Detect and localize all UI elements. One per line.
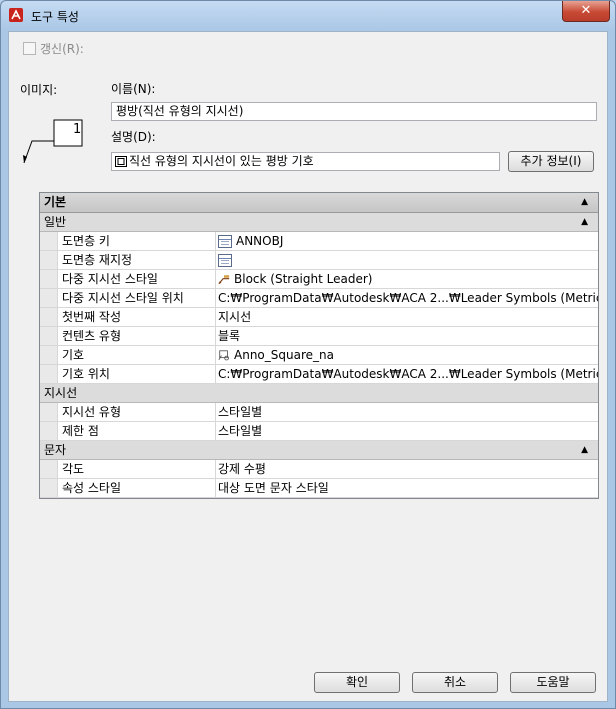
description-input[interactable]: 직선 유형의 지시선이 있는 평방 기호 xyxy=(111,152,500,171)
section-basic[interactable]: 기본 ▲ xyxy=(40,193,598,213)
property-value[interactable] xyxy=(216,251,598,269)
property-row[interactable]: 각도 강제 수평 xyxy=(40,460,598,479)
collapse-caret-icon[interactable]: ▲ xyxy=(581,441,588,459)
property-row[interactable]: 첫번째 작성 지시선 xyxy=(40,308,598,327)
property-name: 다중 지시선 스타일 위치 xyxy=(57,289,216,307)
property-row[interactable]: 도면층 재지정 xyxy=(40,251,598,270)
more-info-button[interactable]: 추가 정보(I) xyxy=(508,151,594,172)
property-value[interactable]: Block (Straight Leader) xyxy=(216,270,598,288)
autocad-logo-icon xyxy=(9,8,23,22)
property-grid: 기본 ▲ 일반 ▲ 도면층 키 ANNOBJ 도면층 재지정 다중 지시선 스타일 Bloc… xyxy=(39,192,599,499)
cancel-button[interactable]: 취소 xyxy=(412,672,498,693)
property-name: 속성 스타일 xyxy=(57,479,216,497)
text-field-icon xyxy=(115,156,127,167)
name-input[interactable]: 평방(직선 유형의 지시선) xyxy=(111,102,597,121)
property-value-text: C:₩ProgramData₩Autodesk₩ACA 2...₩Leader … xyxy=(218,367,598,381)
property-value[interactable]: 강제 수평 xyxy=(216,460,598,478)
property-value-text: C:₩ProgramData₩Autodesk₩ACA 2...₩Leader … xyxy=(218,291,598,305)
category-header[interactable]: 문자 ▲ xyxy=(40,441,598,460)
property-value[interactable]: 대상 도면 문자 스타일 xyxy=(216,479,598,497)
property-row[interactable]: 기호 Anno_Square_na xyxy=(40,346,598,365)
property-name: 첫번째 작성 xyxy=(57,308,216,326)
property-value-text: 대상 도면 문자 스타일 xyxy=(218,481,329,495)
property-value-text: 지시선 xyxy=(218,310,252,324)
property-value-text: Anno_Square_na xyxy=(234,348,334,362)
property-value[interactable]: 스타일별 xyxy=(216,422,598,440)
property-value-text: 강제 수평 xyxy=(218,462,266,476)
ok-button[interactable]: 확인 xyxy=(314,672,400,693)
property-value[interactable]: 스타일별 xyxy=(216,403,598,421)
category-list: 일반 ▲ 도면층 키 ANNOBJ 도면층 재지정 다중 지시선 스타일 Block (St… xyxy=(40,213,598,498)
description-label: 설명(D): xyxy=(111,130,156,144)
property-name: 지시선 유형 xyxy=(57,403,216,421)
property-value[interactable]: ANNOBJ xyxy=(216,232,598,250)
property-row[interactable]: 제한 점 스타일별 xyxy=(40,422,598,441)
leader-icon xyxy=(218,274,230,284)
dialog-body: 갱신(R): 이미지: 1 이름(N): 평방(직선 유형의 지시선) 설명(D… xyxy=(8,31,608,702)
section-title: 기본 xyxy=(44,195,67,209)
help-button[interactable]: 도움말 xyxy=(510,672,596,693)
property-value[interactable]: C:₩ProgramData₩Autodesk₩ACA 2...₩Leader … xyxy=(216,365,598,383)
property-row[interactable]: 컨텐츠 유형 블록 xyxy=(40,327,598,346)
property-name: 컨텐츠 유형 xyxy=(57,327,216,345)
property-name: 기호 위치 xyxy=(57,365,216,383)
property-name: 제한 점 xyxy=(57,422,216,440)
property-row[interactable]: 지시선 유형 스타일별 xyxy=(40,403,598,422)
window-title: 도구 특성 xyxy=(31,10,79,24)
property-value-text: 스타일별 xyxy=(218,424,263,438)
category-title: 문자 xyxy=(44,443,67,457)
property-row[interactable]: 속성 스타일 대상 도면 문자 스타일 xyxy=(40,479,598,498)
property-value-text: 스타일별 xyxy=(218,405,263,419)
property-name: 도면층 재지정 xyxy=(57,251,216,269)
refresh-checkbox[interactable] xyxy=(23,42,36,55)
property-value-text: Block (Straight Leader) xyxy=(234,272,373,286)
property-row[interactable]: 기호 위치 C:₩ProgramData₩Autodesk₩ACA 2...₩Le… xyxy=(40,365,598,384)
category-title: 일반 xyxy=(44,215,67,229)
property-value-text: ANNOBJ xyxy=(236,234,284,248)
tool-properties-dialog: 도구 특성 ✕ 갱신(R): 이미지: 1 이름(N): 평방(직선 유형의 지… xyxy=(0,0,616,709)
property-row[interactable]: 다중 지시선 스타일 Block (Straight Leader) xyxy=(40,270,598,289)
property-name: 다중 지시선 스타일 xyxy=(57,270,216,288)
description-value: 직선 유형의 지시선이 있는 평방 기호 xyxy=(129,154,314,168)
property-value-text: 블록 xyxy=(218,329,241,343)
property-name: 각도 xyxy=(57,460,216,478)
symbol-icon xyxy=(218,349,229,360)
property-value[interactable]: Anno_Square_na xyxy=(216,346,598,364)
collapse-caret-icon[interactable]: ▲ xyxy=(581,193,588,212)
property-value[interactable]: C:₩ProgramData₩Autodesk₩ACA 2...₩Leader … xyxy=(216,289,598,307)
property-value[interactable]: 블록 xyxy=(216,327,598,345)
property-value[interactable]: 지시선 xyxy=(216,308,598,326)
property-name: 도면층 키 xyxy=(57,232,216,250)
property-name: 기호 xyxy=(57,346,216,364)
title-bar[interactable]: 도구 특성 ✕ xyxy=(1,1,615,31)
image-label: 이미지: xyxy=(20,83,58,97)
preview-number: 1 xyxy=(73,122,82,137)
table-icon xyxy=(218,234,232,248)
property-row[interactable]: 다중 지시선 스타일 위치 C:₩ProgramData₩Autodesk₩ACA… xyxy=(40,289,598,308)
collapse-caret-icon[interactable]: ▲ xyxy=(581,213,588,231)
category-header[interactable]: 지시선 xyxy=(40,384,598,403)
refresh-label: 갱신(R): xyxy=(40,42,84,56)
property-row[interactable]: 도면층 키 ANNOBJ xyxy=(40,232,598,251)
table-icon xyxy=(218,253,232,267)
name-label: 이름(N): xyxy=(111,82,156,96)
close-button[interactable]: ✕ xyxy=(562,1,610,22)
category-header[interactable]: 일반 ▲ xyxy=(40,213,598,232)
image-preview[interactable]: 1 xyxy=(19,117,89,167)
close-icon: ✕ xyxy=(580,3,592,18)
category-title: 지시선 xyxy=(44,386,78,400)
